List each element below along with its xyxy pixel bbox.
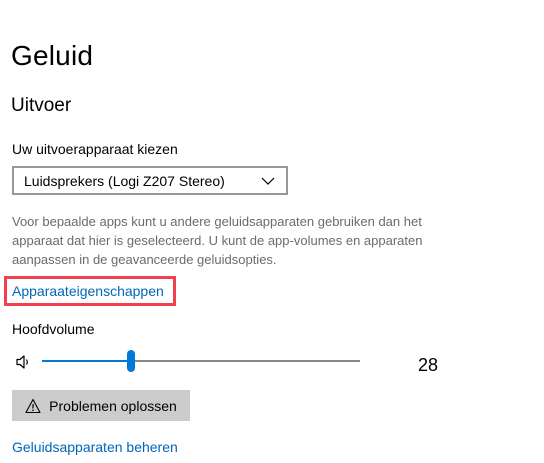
page-title: Geluid <box>11 40 94 71</box>
manage-sound-devices-link[interactable]: Geluidsapparaten beheren <box>12 439 178 455</box>
device-properties-link[interactable]: Apparaateigenschappen <box>12 283 164 299</box>
sound-settings-page: Geluid Uitvoer Uw uitvoerapparaat kiezen… <box>0 0 544 463</box>
troubleshoot-label: Problemen oplossen <box>49 397 177 414</box>
troubleshoot-button[interactable]: Problemen oplossen <box>12 390 190 421</box>
volume-slider[interactable] <box>42 350 360 372</box>
output-device-dropdown[interactable]: Luidsprekers (Logi Z207 Stereo) <box>12 166 288 195</box>
warning-icon <box>25 398 41 414</box>
volume-slider-thumb[interactable] <box>127 350 136 372</box>
chevron-down-icon <box>260 173 276 189</box>
volume-slider-fill <box>42 360 132 362</box>
output-description: Voor bepaalde apps kunt u andere geluids… <box>12 214 423 267</box>
output-device-label: Uw uitvoerapparaat kiezen <box>12 141 178 157</box>
volume-value: 28 <box>418 355 439 375</box>
speaker-icon[interactable] <box>15 353 33 371</box>
output-section-title: Uitvoer <box>11 95 72 116</box>
output-device-selected: Luidsprekers (Logi Z207 Stereo) <box>24 172 225 189</box>
master-volume-label: Hoofdvolume <box>12 321 95 337</box>
